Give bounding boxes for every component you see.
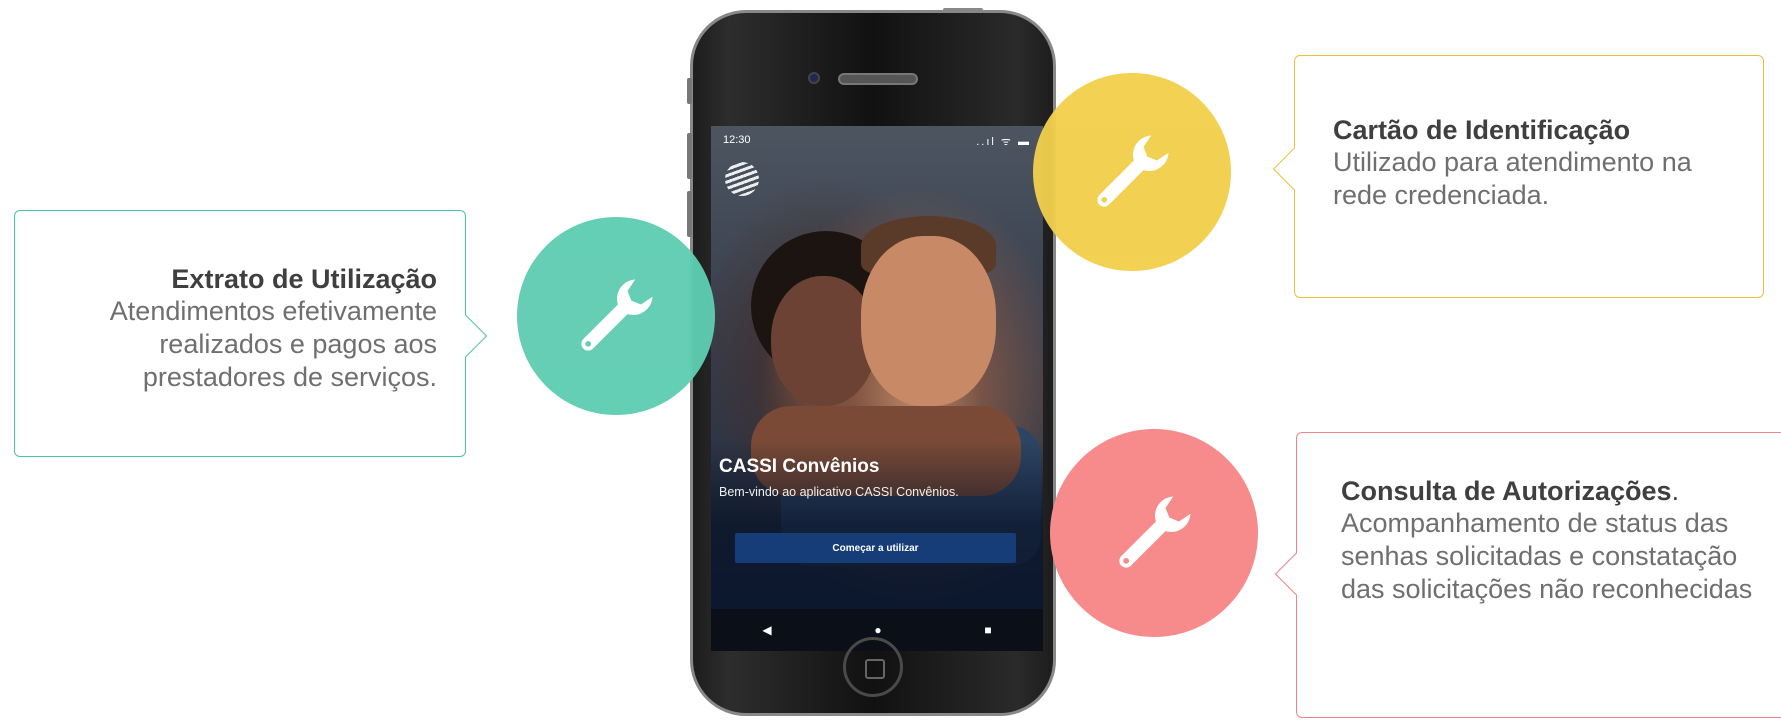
status-bar: 12:30 ..ıl ᯤ ▬ bbox=[723, 134, 1031, 149]
callout-title: Consulta de Autorizações. bbox=[1341, 475, 1776, 507]
wrench-icon bbox=[1097, 135, 1169, 207]
volume-up-button bbox=[687, 133, 692, 179]
cassi-logo bbox=[725, 162, 759, 196]
callout-title: Cartão de Identificação bbox=[1333, 115, 1631, 145]
phone-screen: 12:30 ..ıl ᯤ ▬ CASSI Convênios Bem-vindo… bbox=[711, 126, 1043, 651]
power-button bbox=[943, 8, 983, 13]
back-icon[interactable]: ◀ bbox=[762, 623, 771, 637]
app-subtitle: Bem-vindo ao aplicativo CASSI Convênios. bbox=[719, 485, 959, 499]
feature-circle-extrato bbox=[517, 217, 715, 415]
callout-extrato: Extrato de Utilização Atendimentos efeti… bbox=[14, 210, 488, 457]
recents-icon[interactable]: ■ bbox=[984, 623, 991, 637]
status-time: 12:30 bbox=[723, 134, 751, 146]
status-icons: ..ıl ᯤ ▬ bbox=[976, 136, 1031, 148]
feature-circle-cartao bbox=[1033, 73, 1231, 271]
home-icon[interactable]: ● bbox=[874, 623, 881, 637]
home-button[interactable] bbox=[843, 637, 903, 697]
front-camera bbox=[808, 72, 820, 84]
callout-autorizacoes: Consulta de Autorizações. Acompanhamento… bbox=[1274, 432, 1781, 718]
callout-description: Acompanhamento de status das senhas soli… bbox=[1341, 508, 1753, 604]
callout-title-suffix: . bbox=[1671, 476, 1680, 506]
start-button[interactable]: Começar a utilizar bbox=[735, 533, 1016, 563]
callout-pointer bbox=[444, 314, 488, 358]
feature-circle-autorizacoes bbox=[1050, 429, 1258, 637]
earpiece-speaker bbox=[838, 73, 918, 85]
callout-description: Atendimentos efetivamente realizados e p… bbox=[109, 296, 437, 392]
callout-cartao: Cartão de Identificação Utilizado para a… bbox=[1272, 55, 1764, 298]
phone-mockup: 12:30 ..ıl ᯤ ▬ CASSI Convênios Bem-vindo… bbox=[687, 8, 1056, 716]
callout-pointer bbox=[1272, 147, 1316, 191]
volume-down-button bbox=[687, 191, 692, 237]
wrench-icon bbox=[1119, 496, 1191, 568]
callout-description: Utilizado para atendimento na rede crede… bbox=[1333, 147, 1692, 210]
photo-detail bbox=[771, 276, 876, 406]
photo-detail bbox=[861, 236, 996, 406]
wrench-icon bbox=[581, 279, 653, 351]
callout-title-text: Consulta de Autorizações bbox=[1341, 476, 1672, 506]
callout-pointer bbox=[1274, 552, 1318, 596]
callout-title: Extrato de Utilização bbox=[171, 264, 437, 294]
app-title: CASSI Convênios bbox=[719, 456, 880, 477]
mute-switch bbox=[687, 78, 692, 104]
